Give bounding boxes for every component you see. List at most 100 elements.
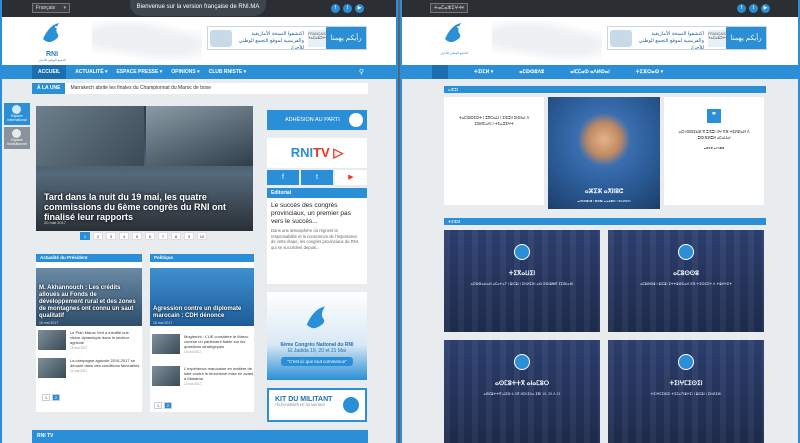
- header-ad-banner[interactable]: اكتشفوا النسخة الأمازيغية والفرنسية لموق…: [207, 26, 367, 50]
- main-nav: ⵜⵉⵏⵎⵍ ▾ ⴰⵎⵙⵙⵓⴷⵓ ⴰⵏⵎⵎⴰⵙ ⴰⴷⵍⵙⴰⵏ ⵜⵉⴼⵔⴰⵙ ▾: [402, 65, 798, 79]
- quote-card: ⵜⴰⵎⵙⵙⵉⵔⵜ ⵏ ⵓⴳⵔⴰⵡ ⵏ ⵉⵏⵎⵓⵏⵏ ⵉⵍⵍⴰⵏ ⴷ ⵉⵙⵍⵎⴰⴷ…: [444, 97, 544, 205]
- page-link[interactable]: 1: [42, 394, 50, 401]
- politique-column: Agression contre un diplomate marocain :…: [150, 262, 254, 412]
- site-header: RNI التجمع الوطني للأحرار اكتشفوا النسخة…: [2, 17, 396, 65]
- category-tile[interactable]: ⴰⵙⵎⵓⵜⵜⴳ ⴰⵏⴰⵎⵓⵔ ⴰⵙⵎⵓⵜⵜⴳ ⵡⵉⵙ 6 ⴷⴳ ⵍⵊⴷⵉⴷⴰ ⵉ…: [444, 340, 600, 443]
- ad-arabic-text: اكتشفوا النسخة الأمازيغية والفرنسية لموق…: [638, 31, 704, 50]
- language-select[interactable]: Français ▾: [32, 3, 70, 13]
- ticker-text: Marrakech abrite les finales du Champion…: [70, 85, 212, 91]
- politique-feature-caption: Agression contre un diplomate marocain :…: [153, 306, 242, 319]
- nav-accueil[interactable]: ACCUEIL: [32, 65, 67, 79]
- hero-slider[interactable]: Tard dans la nuit du 19 mai, les quatre …: [36, 106, 253, 231]
- editorial-box[interactable]: Editorial Le succès des congrès provinci…: [267, 188, 367, 284]
- twitter-icon[interactable]: t: [749, 4, 758, 13]
- category-tile[interactable]: ⵜⵉⵏⵖⵎⵉⵙⵉⵏ ⵜⵉⵏⵖⵎⵉⵙⵉⵏ ⵜⵉⵎⴰⵢⵏⵓⵜⵉⵏ ⵏ ⵓⵏⵎⵓⵏ ⵏ…: [608, 340, 764, 443]
- politique-header: Politique: [150, 254, 254, 262]
- search-icon[interactable]: ⚲: [359, 68, 364, 76]
- adhesion-button[interactable]: ADHÉSION AU PARTI: [267, 110, 367, 130]
- ad-badge: FRANÇAIS ⵜⴰⵎⴰⵣⵉⵖⵜ: [308, 30, 328, 47]
- nav-club-rniste[interactable]: CLUB RNISTE ▾: [209, 69, 247, 75]
- page-link[interactable]: 9: [184, 232, 194, 240]
- header-ad-banner[interactable]: اكتشفوا النسخة الأمازيغية والفرنسية لموق…: [607, 26, 767, 50]
- list-item[interactable]: Le Plan Maroc Vert a insufflé une vision…: [38, 330, 142, 354]
- nav-espace-presse[interactable]: ESPACE PRESSE ▾: [116, 69, 162, 75]
- politique-pagination: 1 2: [154, 402, 172, 409]
- tile-body: ⴰⵙⵎⵓⵜⵜⴳ ⵡⵉⵙ 6 ⴷⴳ ⵍⵊⴷⵉⴷⴰ ⵉⴹⵏ 19, 20 ⴷ 21: [483, 392, 561, 396]
- ad-badge: FRANÇAIS ⵜⴰⵎⴰⵣⵉⵖⵜ: [708, 30, 728, 47]
- side-tabs: Espace International Espace Institutionn…: [4, 103, 30, 151]
- hero-date: 20 mai 2017: [44, 220, 67, 225]
- news-thumbnail: [152, 366, 180, 386]
- sidebar-social: f t ▶: [267, 170, 367, 185]
- page-link[interactable]: 6: [145, 232, 155, 240]
- rni-tv-suffix: TV: [313, 145, 330, 160]
- page-link[interactable]: 8: [171, 232, 181, 240]
- nav-item[interactable]: ⴰⵎⵙⵙⵓⴷⵓ: [519, 69, 544, 75]
- news-ticker[interactable]: À LA UNE Marrakech abrite les finales du …: [32, 83, 368, 94]
- list-item[interactable]: Mogherini : L'UE considère le Maroc comm…: [152, 334, 254, 358]
- category-tile[interactable]: ⵜⵉⴳⴰⵡⵉⵏ ⴰⵎⵙⵙⴰⵡⴰⵍ ⴰⵎⴰⵜⴰⵢ ⵏ ⵓⵏⵎⵓⵏ ⵏ ⵉⵍⵍⵉⵍⵏ…: [444, 230, 600, 332]
- dove-icon: [445, 23, 461, 43]
- news-date: 12 mai 2017: [184, 382, 202, 386]
- rni-logo[interactable]: RNI التجمع الوطني للأحرار: [32, 19, 72, 63]
- rni-logo[interactable]: التجمع الوطني للأحرار: [434, 19, 474, 63]
- ad-logo-icon: [610, 30, 632, 47]
- congres-banner[interactable]: 6ème Congrès National du RNI El Jadida 1…: [267, 292, 367, 380]
- language-select-value: ⵜⴰⵎⴰⵣⵉⵖⵜ: [434, 5, 463, 11]
- list-item[interactable]: L'expérience marocaine en matière de lut…: [152, 366, 254, 390]
- facebook-icon[interactable]: f: [331, 4, 340, 13]
- kit-militant-button[interactable]: KIT DU MILITANT TÉLÉCHARGER KIT DU MILIT…: [267, 388, 367, 422]
- page-link[interactable]: 1: [154, 402, 162, 409]
- page-link[interactable]: 4: [119, 232, 129, 240]
- tile-title: ⴰⵙⵎⵓⵜⵜⴳ ⴰⵏⴰⵎⵓⵔ: [494, 381, 550, 387]
- president-feature[interactable]: M. Akhannouch : Les crédits alloués au F…: [36, 268, 142, 326]
- news-date: 15 mai 2017: [70, 346, 88, 350]
- list-item[interactable]: La campagne agricole 2016-2017 se déroul…: [38, 358, 142, 382]
- page-link[interactable]: 3: [106, 232, 116, 240]
- top-bar: Français ▾ Bienvenue sur la version franç…: [2, 0, 396, 17]
- page-link[interactable]: 2: [93, 232, 103, 240]
- page-link[interactable]: 7: [158, 232, 168, 240]
- home-icon[interactable]: [432, 65, 448, 79]
- quote-card: ❞ ⴰⵔ ⵏⵙⵙⵉⵡⵍ ⴳ ⵓⵏⵎⵓⵏ ⵏⵏⵖ ⵅⴼ ⵜⵉⵍⵍⴰⵍ ⴷ ⵓⵙⵏⴼ…: [664, 97, 764, 205]
- facebook-icon[interactable]: f: [737, 4, 746, 13]
- page-link[interactable]: 10: [197, 232, 207, 240]
- category-tile[interactable]: ⴰⵎⵓⵙⵙⵓ ⴰⵎⵓⵙⵙⵓ ⵏ ⵓⵏⵎⵓⵏ ⵉⵜⵜⵓⵙⵎⴰⵍ ⵅⴼ ⵜⵉⵔⵎⵉⵜ…: [608, 230, 764, 332]
- tile-body: ⴰⵎⵓⵙⵙⵓ ⵏ ⵓⵏⵎⵓⵏ ⵉⵜⵜⵓⵙⵎⴰⵍ ⵅⴼ ⵜⵉⵔⵎⵉⵜ ⴷ ⵜⵓⵍⵖ…: [640, 282, 732, 286]
- page-link[interactable]: 5: [132, 232, 142, 240]
- adhesion-label: ADHÉSION AU PARTI: [285, 117, 340, 123]
- side-tab-institutionnel[interactable]: Espace Institutionnel: [4, 127, 30, 149]
- page-link[interactable]: 1: [80, 232, 90, 240]
- welcome-banner: Bienvenue sur la version française de RN…: [130, 0, 266, 16]
- page-link[interactable]: 2: [164, 402, 172, 409]
- page-link[interactable]: 2: [52, 394, 60, 401]
- quote-text: ⴰⵔ ⵏⵙⵙⵉⵡⵍ ⴳ ⵓⵏⵎⵓⵏ ⵏⵏⵖ ⵅⴼ ⵜⵉⵍⵍⴰⵍ ⴷ ⵓⵙⵏⴼⵍⵓ…: [678, 130, 750, 140]
- french-site-panel: Français ▾ Bienvenue sur la version franç…: [0, 0, 398, 443]
- ticker-label: À LA UNE: [32, 83, 66, 94]
- quote-author: ⴰⵣⵉⵣ ⴰⵅⵏⵏⵓⵛ: [703, 146, 725, 150]
- youtube-icon[interactable]: ▶: [335, 170, 367, 185]
- youtube-icon[interactable]: ▶: [761, 4, 770, 13]
- hero-photo: [36, 106, 144, 166]
- twitter-icon[interactable]: t: [343, 4, 352, 13]
- facebook-icon[interactable]: f: [267, 170, 299, 185]
- president-pagination: 1 2: [42, 394, 60, 401]
- president-portrait[interactable]: ⴰⵣⵉⵣ ⴰⵅⵏⵏⵓⵛ ⴰⵏⵙⵙⵓⴷⵓ ⵏ ⵓⵏⵎⵓⵏ ⴰⵏⴰⵎⵓⵔ ⵏ ⵉⵍⵍ…: [548, 97, 660, 209]
- nav-item[interactable]: ⴰⵏⵎⵎⴰⵙ ⴰⴷⵍⵙⴰⵏ: [570, 69, 610, 75]
- site-header: التجمع الوطني للأحرار اكتشفوا النسخة الأ…: [402, 17, 798, 65]
- twitter-icon[interactable]: t: [301, 170, 333, 185]
- nav-item[interactable]: ⵜⵉⵏⵎⵍ ▾: [474, 69, 493, 75]
- politique-feature-date: 16 mai 2017: [153, 321, 173, 325]
- nav-item[interactable]: ⵜⵉⴼⵔⴰⵙ ▾: [636, 69, 663, 75]
- nav-actualite[interactable]: ACTUALITÉ ▾: [75, 69, 107, 75]
- youtube-icon[interactable]: ▶: [355, 4, 364, 13]
- language-select[interactable]: ⵜⴰⵎⴰⵣⵉⵖⵜ ▾: [430, 3, 468, 13]
- politique-feature[interactable]: Agression contre un diplomate marocain :…: [150, 268, 254, 326]
- logo-subtext: التجمع الوطني للأحرار: [440, 51, 468, 55]
- rni-tv-section-header: RNI TV: [32, 430, 368, 443]
- rni-tv-logo[interactable]: RNITV ▷: [267, 138, 367, 168]
- ad-cta: رأيكم يهمنا: [326, 27, 366, 49]
- world-map-background: [492, 21, 602, 61]
- nav-opinions[interactable]: OPINIONS ▾: [171, 69, 199, 75]
- side-tab-international[interactable]: Espace International: [4, 103, 30, 125]
